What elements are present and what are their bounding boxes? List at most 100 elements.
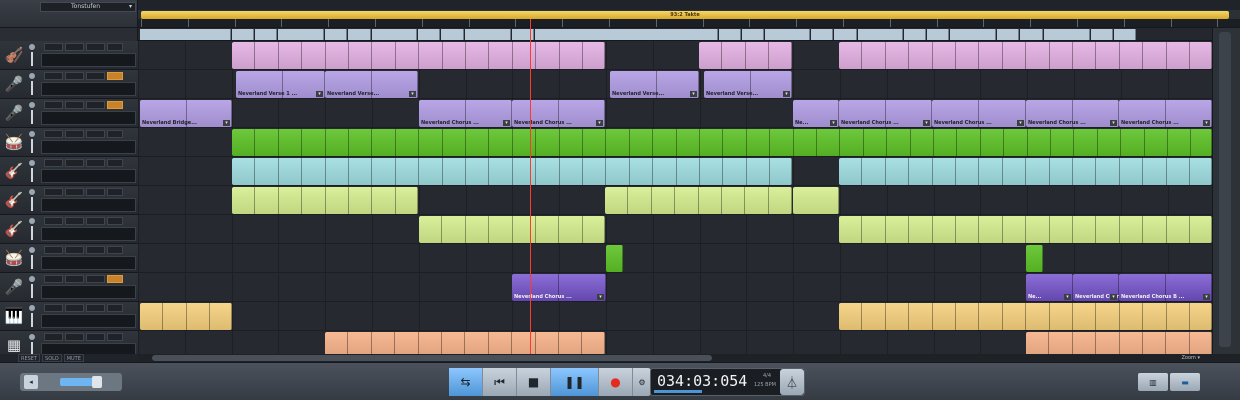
scale-dropdown[interactable]: Tonstufen ▾ bbox=[40, 2, 136, 12]
chord-block[interactable] bbox=[1114, 29, 1136, 40]
mute-button[interactable] bbox=[65, 130, 84, 138]
audio-clip[interactable] bbox=[232, 187, 418, 214]
audio-clip[interactable] bbox=[1026, 245, 1043, 272]
mute-button[interactable] bbox=[65, 275, 84, 283]
solo-button[interactable] bbox=[44, 333, 63, 341]
fx-button[interactable] bbox=[107, 72, 123, 80]
clip-menu-icon[interactable]: ▾ bbox=[503, 120, 510, 126]
record-arm-button[interactable] bbox=[86, 275, 105, 283]
chord-block[interactable] bbox=[997, 29, 1019, 40]
reset-button[interactable]: RESET bbox=[18, 354, 41, 362]
track-name-field[interactable] bbox=[41, 256, 136, 270]
audio-clip[interactable]: Neverland Chorus ...▾ bbox=[932, 100, 1026, 127]
chord-block[interactable] bbox=[811, 29, 833, 40]
track-volume-knob[interactable] bbox=[29, 44, 35, 50]
mute-button[interactable] bbox=[65, 333, 84, 341]
clip-menu-icon[interactable]: ▾ bbox=[1203, 294, 1210, 300]
clip-menu-icon[interactable]: ▾ bbox=[597, 294, 604, 300]
rewind-button[interactable]: ⏮ bbox=[483, 368, 517, 396]
solo-button[interactable] bbox=[44, 217, 63, 225]
chord-block[interactable] bbox=[325, 29, 347, 40]
audio-clip[interactable]: Ne... ▾ bbox=[793, 100, 839, 127]
chord-block[interactable] bbox=[418, 29, 440, 40]
audio-clip[interactable]: Neverland Verse... ▾ bbox=[704, 71, 792, 98]
chord-block[interactable] bbox=[535, 29, 718, 40]
audio-clip[interactable]: Ne... ▾ bbox=[1026, 274, 1073, 301]
vertical-scrollbar[interactable] bbox=[1212, 28, 1240, 354]
audio-clip[interactable]: Neverland Chorus B ... ▾ bbox=[1119, 274, 1212, 301]
chord-block[interactable] bbox=[927, 29, 949, 40]
clip-menu-icon[interactable]: ▾ bbox=[316, 91, 323, 97]
solo-all-button[interactable]: SOLO bbox=[42, 354, 62, 362]
chord-block[interactable] bbox=[140, 29, 231, 40]
chord-block[interactable] bbox=[765, 29, 810, 40]
fx-button[interactable] bbox=[107, 333, 123, 341]
chord-block[interactable] bbox=[950, 29, 996, 40]
track-volume-knob[interactable] bbox=[29, 160, 35, 166]
chord-block[interactable] bbox=[1091, 29, 1113, 40]
audio-clip[interactable] bbox=[232, 42, 605, 69]
clip-menu-icon[interactable]: ▾ bbox=[1110, 120, 1117, 126]
stop-button[interactable]: ■ bbox=[517, 368, 551, 396]
record-arm-button[interactable] bbox=[86, 159, 105, 167]
fx-button[interactable] bbox=[107, 130, 123, 138]
clip-menu-icon[interactable]: ▾ bbox=[1017, 120, 1024, 126]
audio-clip[interactable] bbox=[419, 216, 605, 243]
audio-clip[interactable]: Neverland Verse 1 ... ▾ bbox=[236, 71, 325, 98]
track-volume-slider[interactable] bbox=[28, 73, 35, 95]
record-arm-button[interactable] bbox=[86, 72, 105, 80]
mute-button[interactable] bbox=[65, 43, 84, 51]
track-volume-knob[interactable] bbox=[29, 73, 35, 79]
track-header-5[interactable]: 🎸 bbox=[0, 157, 138, 186]
track-header-4[interactable]: 🥁 bbox=[0, 128, 138, 157]
master-volume-slider[interactable]: ◂ bbox=[20, 373, 122, 391]
clip-menu-icon[interactable]: ▾ bbox=[1064, 294, 1071, 300]
fx-button[interactable] bbox=[107, 217, 123, 225]
solo-button[interactable] bbox=[44, 159, 63, 167]
vertical-scrollbar-thumb[interactable] bbox=[1219, 32, 1231, 347]
audio-clip[interactable] bbox=[699, 42, 792, 69]
track-name-field[interactable] bbox=[41, 140, 136, 154]
audio-clip[interactable] bbox=[839, 158, 1212, 185]
track-volume-slider[interactable] bbox=[28, 276, 35, 298]
chord-block[interactable] bbox=[465, 29, 511, 40]
clip-menu-icon[interactable]: ▾ bbox=[409, 91, 416, 97]
fx-button[interactable] bbox=[107, 304, 123, 312]
track-volume-slider[interactable] bbox=[28, 160, 35, 182]
solo-button[interactable] bbox=[44, 246, 63, 254]
track-name-field[interactable] bbox=[41, 111, 136, 125]
track-header-2[interactable]: 🎤 bbox=[0, 70, 138, 99]
fx-button[interactable] bbox=[107, 275, 123, 283]
chord-block[interactable] bbox=[441, 29, 464, 40]
record-arm-button[interactable] bbox=[86, 304, 105, 312]
record-arm-button[interactable] bbox=[86, 101, 105, 109]
audio-clip[interactable] bbox=[140, 303, 232, 330]
clip-menu-icon[interactable]: ▾ bbox=[1203, 120, 1210, 126]
record-arm-button[interactable] bbox=[86, 217, 105, 225]
audio-clip[interactable]: Neverland Verse... ▾ bbox=[325, 71, 418, 98]
fx-button[interactable] bbox=[107, 101, 123, 109]
solo-button[interactable] bbox=[44, 304, 63, 312]
mixer-view-button[interactable]: ▥ bbox=[1138, 373, 1168, 391]
track-header-10[interactable]: 🎹 bbox=[0, 302, 138, 331]
track-header-1[interactable]: 🎻 bbox=[0, 41, 138, 70]
track-volume-knob[interactable] bbox=[29, 189, 35, 195]
fx-button[interactable] bbox=[107, 159, 123, 167]
track-volume-slider[interactable] bbox=[28, 44, 35, 66]
track-volume-slider[interactable] bbox=[28, 334, 35, 356]
solo-button[interactable] bbox=[44, 101, 63, 109]
audio-clip[interactable] bbox=[839, 303, 1212, 330]
track-volume-slider[interactable] bbox=[28, 189, 35, 211]
track-volume-slider[interactable] bbox=[28, 305, 35, 327]
fx-button[interactable] bbox=[107, 246, 123, 254]
chord-block[interactable] bbox=[858, 29, 903, 40]
chord-block[interactable] bbox=[719, 29, 741, 40]
mute-button[interactable] bbox=[65, 101, 84, 109]
chord-block[interactable] bbox=[742, 29, 764, 40]
chord-lane[interactable] bbox=[138, 28, 1212, 41]
record-arm-button[interactable] bbox=[86, 43, 105, 51]
arranger-lanes[interactable]: Neverland Verse 1 ... ▾ Neverland Verse...… bbox=[138, 41, 1212, 354]
audio-clip[interactable]: Neverland Chorus ...▾ bbox=[1073, 274, 1119, 301]
track-volume-slider[interactable] bbox=[28, 102, 35, 124]
chord-block[interactable] bbox=[278, 29, 324, 40]
